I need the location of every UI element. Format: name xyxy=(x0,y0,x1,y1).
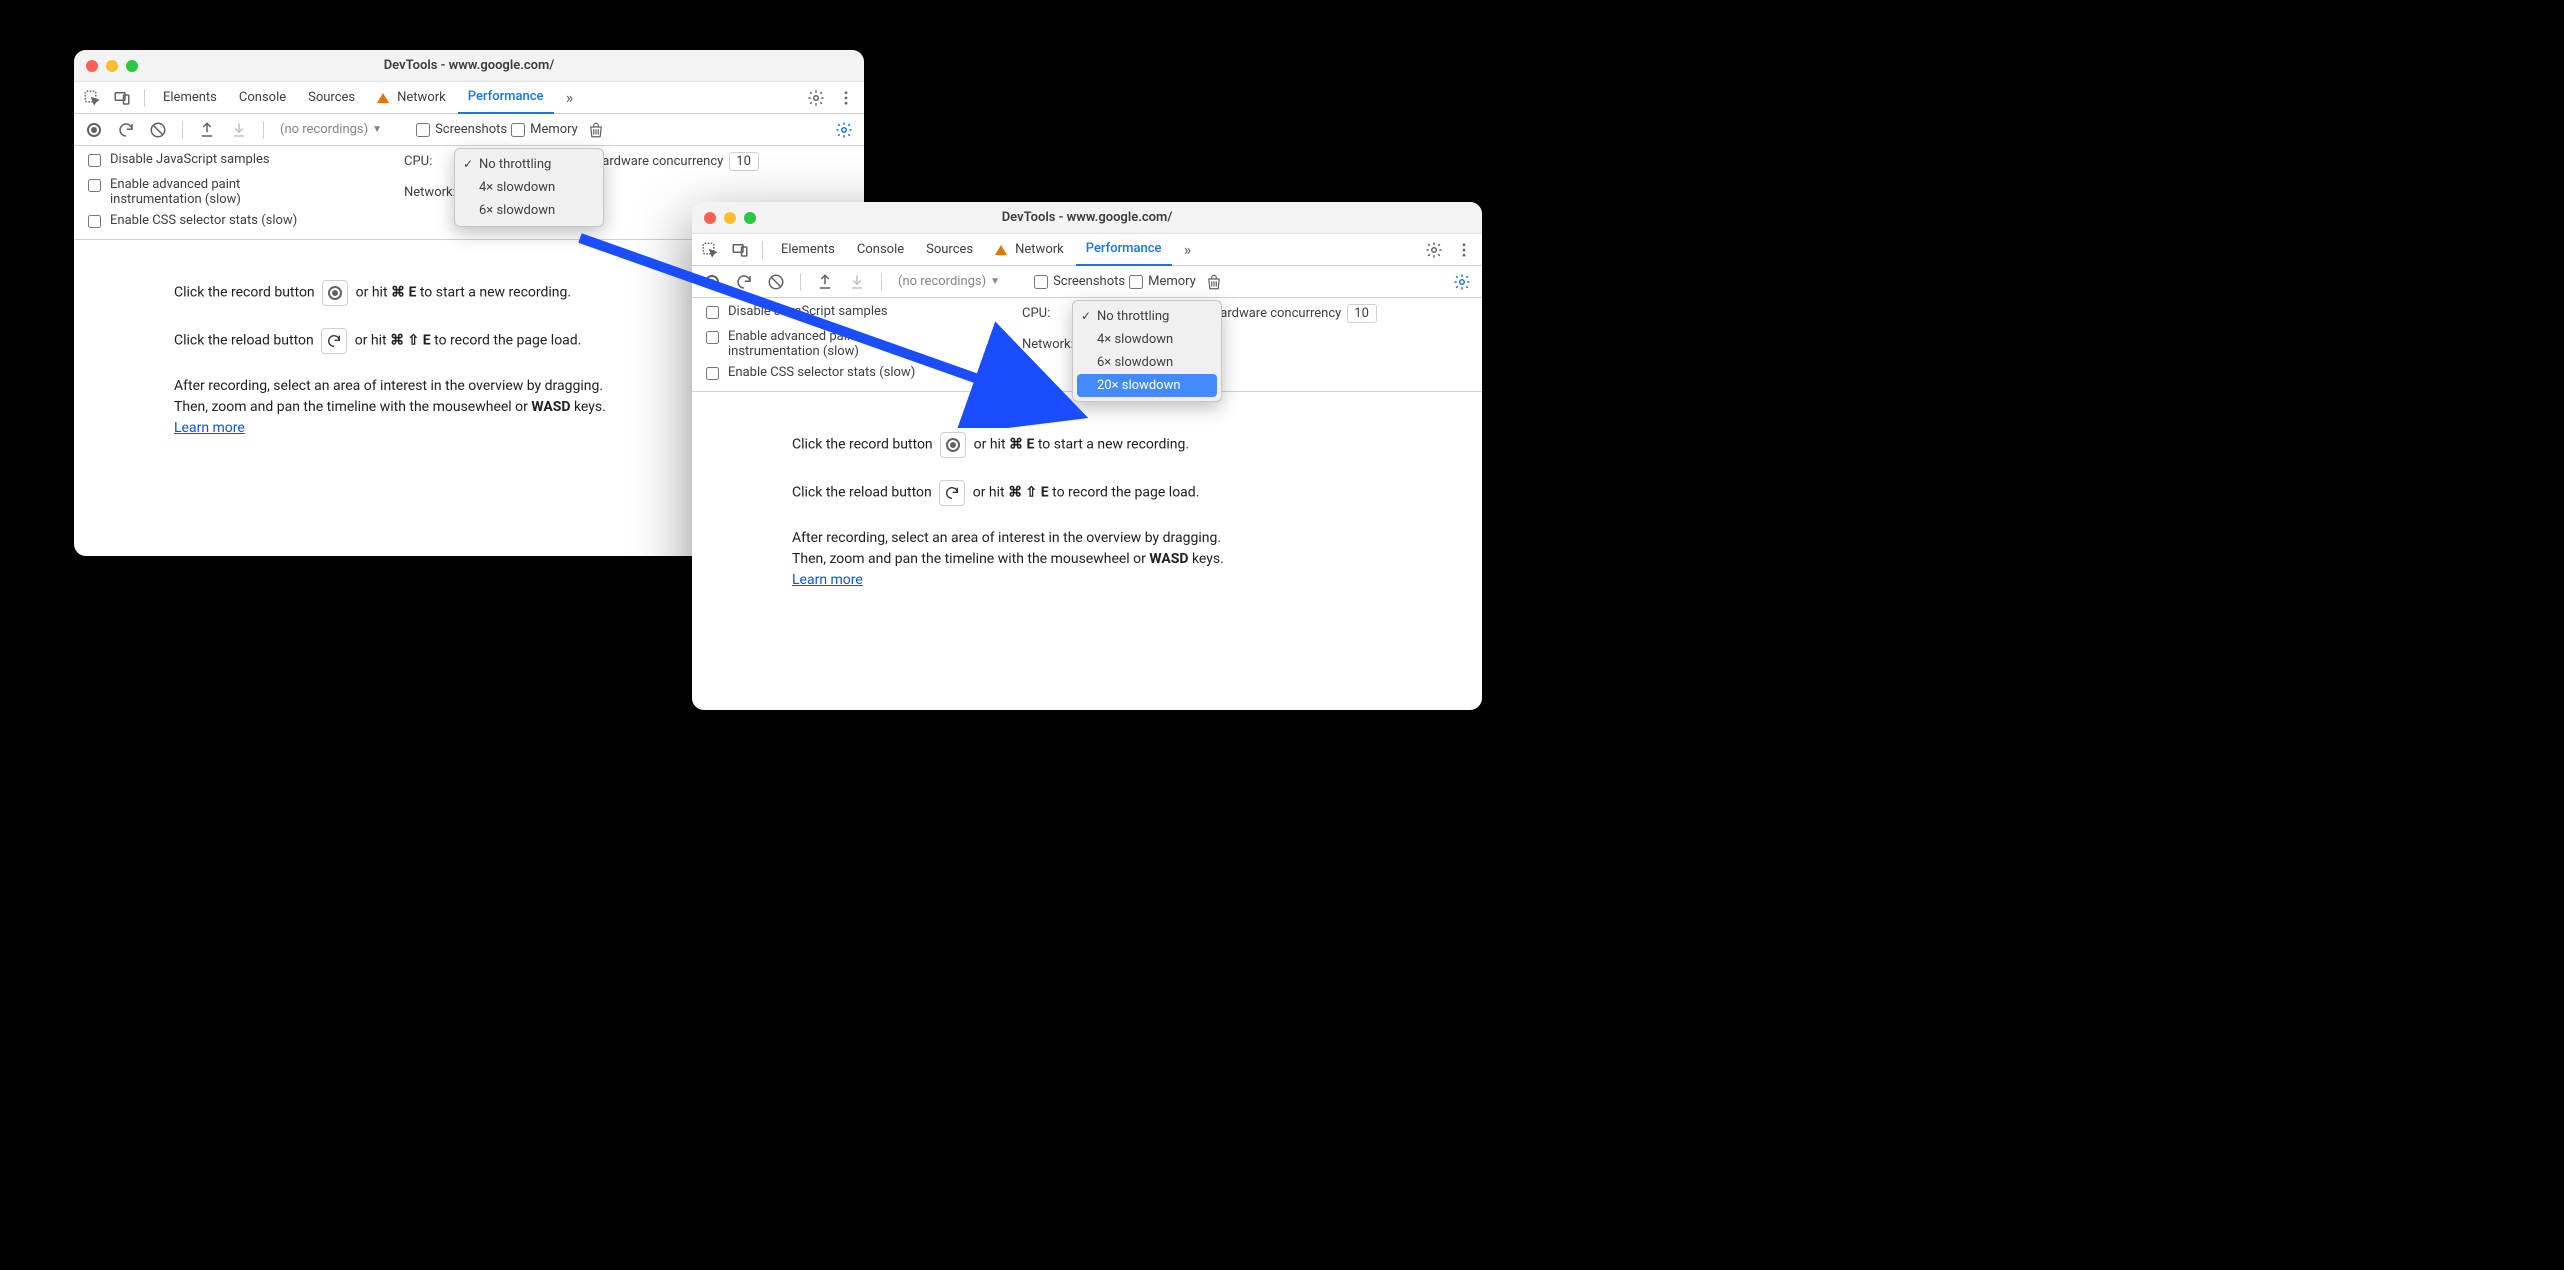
memory-checkbox[interactable]: Memory xyxy=(1129,274,1196,289)
devtools-window: DevTools - www.google.com/ Elements Cons… xyxy=(692,202,1482,710)
tab-elements[interactable]: Elements xyxy=(771,234,845,266)
device-toggle-icon[interactable] xyxy=(726,236,754,264)
screenshots-checkbox[interactable]: Screenshots xyxy=(416,122,507,137)
reload-icon xyxy=(321,328,347,354)
reload-button[interactable] xyxy=(730,268,758,296)
traffic-lights xyxy=(86,60,138,72)
tab-sources[interactable]: Sources xyxy=(298,82,365,114)
recordings-select-label: (no recordings) xyxy=(280,122,368,137)
divider xyxy=(182,121,183,139)
download-icon[interactable] xyxy=(843,268,871,296)
dropdown-item[interactable]: No throttling xyxy=(1073,305,1221,328)
performance-help: Click the record button or hit ⌘ E to st… xyxy=(692,392,1482,653)
performance-toolbar: (no recordings) ▼ Screenshots Memory xyxy=(692,266,1482,298)
help-record: Click the record button or hit ⌘ E to st… xyxy=(792,432,1452,458)
help-after: After recording, select an area of inter… xyxy=(792,528,1452,591)
download-icon[interactable] xyxy=(225,116,253,144)
dropdown-item[interactable]: 6× slowdown xyxy=(1073,351,1221,374)
tab-network[interactable]: Network xyxy=(985,234,1074,266)
chevron-down-icon: ▼ xyxy=(990,276,1000,287)
cpu-throttling-dropdown[interactable]: No throttling 4× slowdown 6× slowdown 20… xyxy=(1072,300,1222,402)
divider xyxy=(263,121,264,139)
learn-more-link[interactable]: Learn more xyxy=(792,572,863,588)
upload-icon[interactable] xyxy=(193,116,221,144)
performance-toolbar: (no recordings) ▼ Screenshots Memory xyxy=(74,114,864,146)
recordings-select[interactable]: (no recordings) ▼ xyxy=(892,274,1006,289)
hardware-concurrency-input[interactable]: 10 xyxy=(729,152,759,171)
more-tabs-icon[interactable]: » xyxy=(1174,236,1202,264)
close-icon[interactable] xyxy=(86,60,98,72)
divider xyxy=(762,241,763,259)
traffic-lights xyxy=(704,212,756,224)
record-button[interactable] xyxy=(80,116,108,144)
gc-icon[interactable] xyxy=(582,116,610,144)
tab-strip: Elements Console Sources Network Perform… xyxy=(74,82,864,114)
dropdown-item[interactable]: 6× slowdown xyxy=(455,199,603,222)
dropdown-item[interactable]: 4× slowdown xyxy=(455,176,603,199)
gc-icon[interactable] xyxy=(1200,268,1228,296)
kebab-icon[interactable] xyxy=(1450,236,1478,264)
kebab-icon[interactable] xyxy=(832,84,860,112)
recordings-select[interactable]: (no recordings) ▼ xyxy=(274,122,388,137)
titlebar: DevTools - www.google.com/ xyxy=(74,50,864,82)
device-toggle-icon[interactable] xyxy=(108,84,136,112)
settings-icon[interactable] xyxy=(802,84,830,112)
dropdown-item[interactable]: 20× slowdown xyxy=(1077,374,1217,397)
minimize-icon[interactable] xyxy=(106,60,118,72)
more-tabs-icon[interactable]: » xyxy=(556,84,584,112)
record-icon xyxy=(940,432,966,458)
memory-checkbox[interactable]: Memory xyxy=(511,122,578,137)
tab-console[interactable]: Console xyxy=(847,234,914,266)
dropdown-item[interactable]: 4× slowdown xyxy=(1073,328,1221,351)
reload-button[interactable] xyxy=(112,116,140,144)
record-icon xyxy=(322,280,348,306)
clear-button[interactable] xyxy=(144,116,172,144)
capture-settings: Disable JavaScript samples CPU: Hardware… xyxy=(692,298,1482,392)
capture-settings-icon[interactable] xyxy=(830,116,858,144)
help-reload: Click the reload button or hit ⌘ ⇧ E to … xyxy=(792,480,1452,506)
disable-js-checkbox[interactable]: Disable JavaScript samples xyxy=(702,304,1002,323)
inspect-icon[interactable] xyxy=(78,84,106,112)
adv-paint-checkbox[interactable]: Enable advanced paint instrumentation (s… xyxy=(84,177,384,207)
clear-button[interactable] xyxy=(762,268,790,296)
titlebar: DevTools - www.google.com/ xyxy=(692,202,1482,234)
cpu-throttling-dropdown[interactable]: No throttling 4× slowdown 6× slowdown xyxy=(454,148,604,227)
divider xyxy=(881,273,882,291)
adv-paint-checkbox[interactable]: Enable advanced paint instrumentation (s… xyxy=(702,329,1002,359)
divider xyxy=(144,89,145,107)
tab-sources[interactable]: Sources xyxy=(916,234,983,266)
tab-strip: Elements Console Sources Network Perform… xyxy=(692,234,1482,266)
upload-icon[interactable] xyxy=(811,268,839,296)
learn-more-link[interactable]: Learn more xyxy=(174,420,245,436)
reload-icon xyxy=(939,480,965,506)
dropdown-item[interactable]: No throttling xyxy=(455,153,603,176)
chevron-down-icon: ▼ xyxy=(372,124,382,135)
maximize-icon[interactable] xyxy=(744,212,756,224)
divider xyxy=(800,273,801,291)
capture-settings-icon[interactable] xyxy=(1448,268,1476,296)
hardware-concurrency-input[interactable]: 10 xyxy=(1347,304,1377,323)
record-button[interactable] xyxy=(698,268,726,296)
settings-icon[interactable] xyxy=(1420,236,1448,264)
window-title: DevTools - www.google.com/ xyxy=(1002,210,1173,225)
disable-js-checkbox[interactable]: Disable JavaScript samples xyxy=(84,152,384,171)
maximize-icon[interactable] xyxy=(126,60,138,72)
window-title: DevTools - www.google.com/ xyxy=(384,58,555,73)
tab-network[interactable]: Network xyxy=(367,82,456,114)
minimize-icon[interactable] xyxy=(724,212,736,224)
tab-performance[interactable]: Performance xyxy=(458,82,554,114)
tab-elements[interactable]: Elements xyxy=(153,82,227,114)
close-icon[interactable] xyxy=(704,212,716,224)
screenshots-checkbox[interactable]: Screenshots xyxy=(1034,274,1125,289)
inspect-icon[interactable] xyxy=(696,236,724,264)
tab-performance[interactable]: Performance xyxy=(1076,234,1172,266)
tab-console[interactable]: Console xyxy=(229,82,296,114)
recordings-select-label: (no recordings) xyxy=(898,274,986,289)
